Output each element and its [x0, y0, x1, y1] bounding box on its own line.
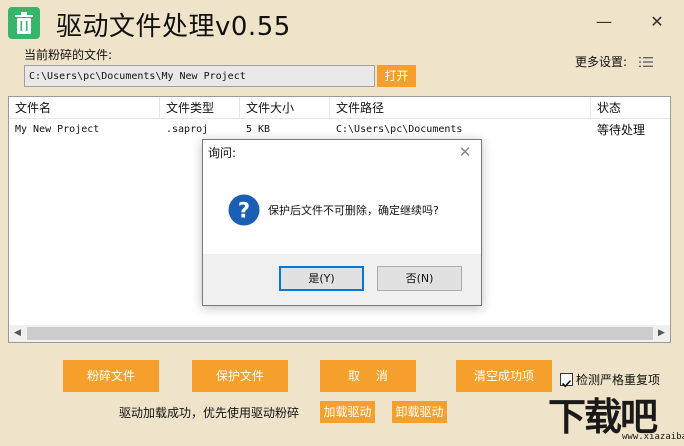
strict-duplicate-checkbox[interactable]	[560, 373, 573, 388]
cell-status: 等待处理	[597, 123, 646, 137]
dialog-yes-button[interactable]: 是(Y)	[279, 266, 364, 291]
list-header: 文件名 文件类型 文件大小 文件路径 状态	[9, 97, 670, 119]
column-header-status[interactable]: 状态	[591, 97, 670, 119]
column-header-name[interactable]: 文件名	[9, 97, 160, 119]
dialog-no-button[interactable]: 否(N)	[377, 266, 462, 291]
column-header-path[interactable]: 文件路径	[330, 97, 591, 119]
watermark-url: www.xiazaiba.com	[622, 432, 684, 442]
confirm-dialog: 询问: ✕ ? 保护后文件不可删除，确定继续吗? 是(Y) 否(N)	[202, 139, 482, 306]
app-title: 驱动文件处理v0.55	[56, 12, 291, 42]
close-button[interactable]: ✕	[647, 12, 667, 32]
clear-success-button[interactable]: 清空成功项	[456, 360, 552, 392]
scroll-right-icon[interactable]: ▶	[653, 325, 670, 342]
open-button[interactable]: 打开	[377, 65, 416, 87]
svg-text:?: ?	[238, 199, 250, 223]
shred-file-button[interactable]: 粉碎文件	[63, 360, 159, 392]
question-icon: ?	[228, 194, 260, 226]
minimize-button[interactable]: —	[594, 12, 614, 32]
column-header-type[interactable]: 文件类型	[160, 97, 240, 119]
dialog-message: 保护后文件不可删除，确定继续吗?	[268, 204, 439, 217]
column-header-size[interactable]: 文件大小	[240, 97, 330, 119]
load-driver-button[interactable]: 加载驱动	[320, 401, 375, 423]
app-trash-icon	[8, 7, 40, 39]
current-file-label: 当前粉碎的文件:	[24, 48, 113, 62]
table-row[interactable]: My New Project .saproj 5 KB C:\Users\pc\…	[9, 121, 670, 139]
driver-status-text: 驱动加载成功，优先使用驱动粉碎	[119, 406, 300, 420]
scrollbar-thumb[interactable]	[27, 327, 653, 340]
horizontal-scrollbar[interactable]: ◀ ▶	[9, 325, 670, 342]
cell-size: 5 KB	[246, 124, 271, 135]
protect-file-button[interactable]: 保护文件	[192, 360, 288, 392]
file-path-input[interactable]	[24, 65, 375, 87]
cell-type: .saproj	[166, 124, 209, 135]
cell-path: C:\Users\pc\Documents	[336, 124, 463, 135]
dialog-footer: 是(Y) 否(N)	[203, 254, 481, 305]
watermark-logo: 下载吧 www.xiazaiba.com	[546, 386, 684, 444]
more-settings-label: 更多设置:	[575, 55, 628, 69]
scroll-left-icon[interactable]: ◀	[9, 325, 26, 342]
dialog-close-button[interactable]: ✕	[456, 143, 474, 161]
unload-driver-button[interactable]: 卸载驱动	[392, 401, 447, 423]
dialog-title: 询问:	[208, 146, 237, 160]
cell-name: My New Project	[15, 124, 100, 135]
list-settings-icon[interactable]	[639, 56, 653, 68]
cancel-button[interactable]: 取 消	[320, 360, 416, 392]
